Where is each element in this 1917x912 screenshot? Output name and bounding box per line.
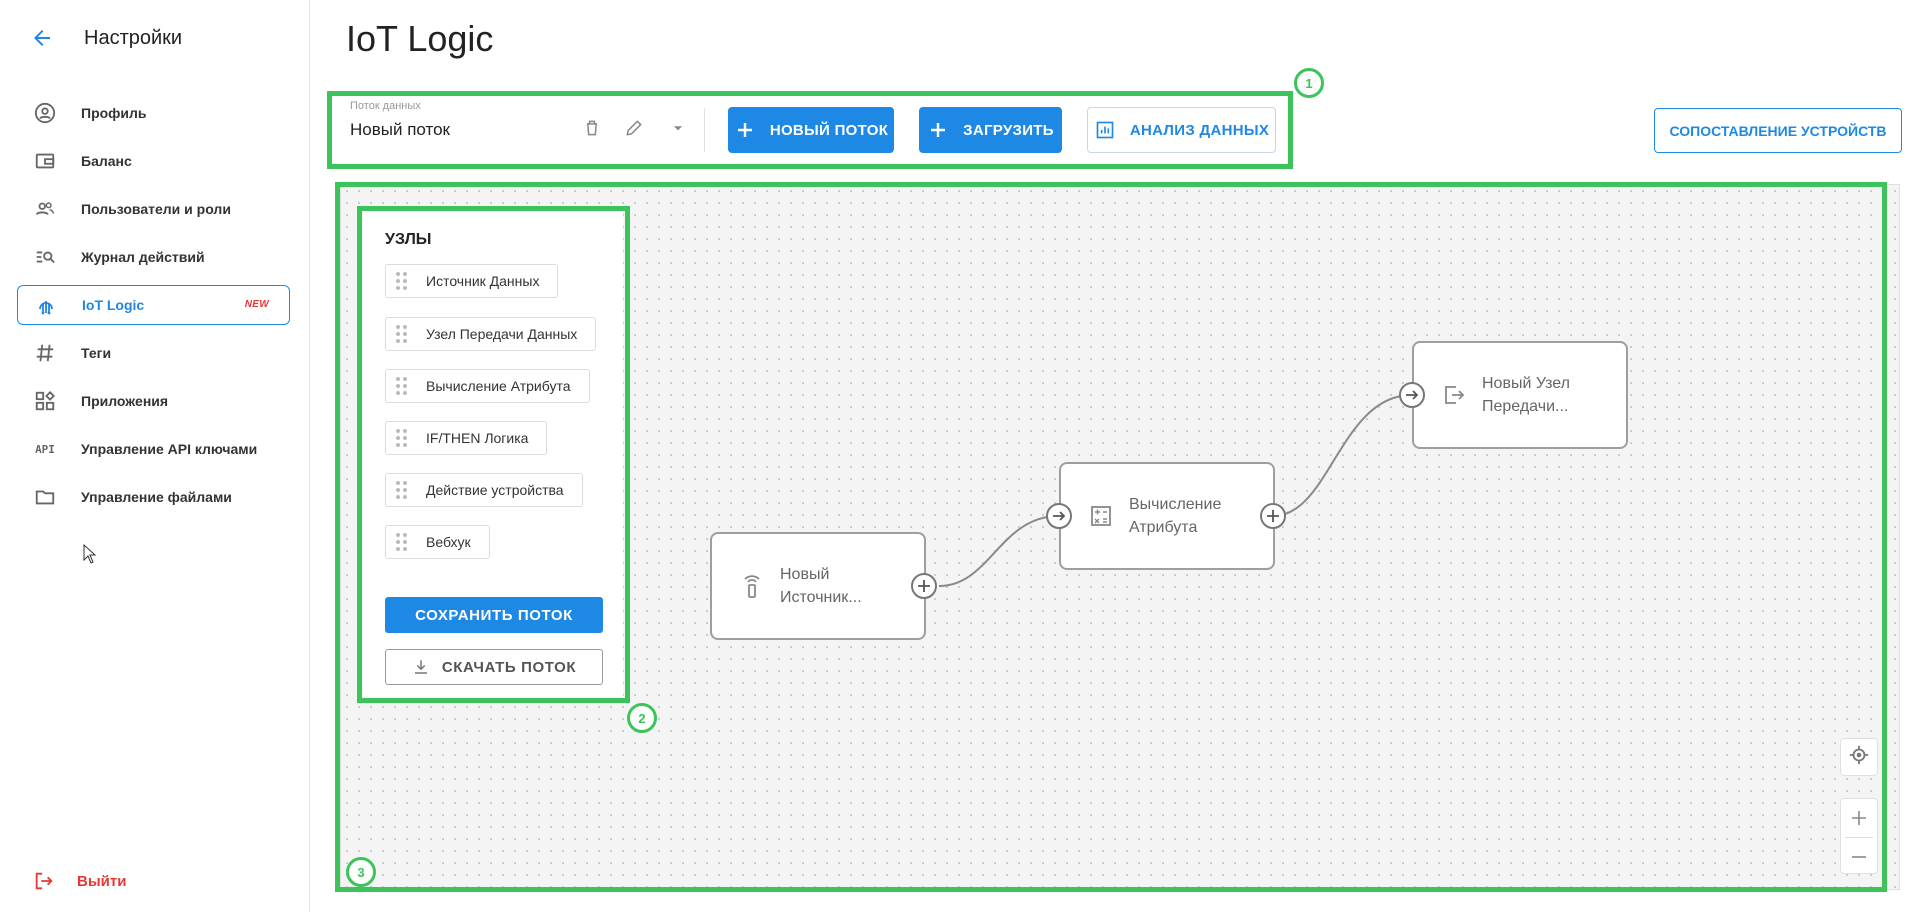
annotation-badge-3: 3	[346, 857, 376, 887]
annotation-box-canvas	[335, 182, 1887, 892]
annotation-badge-1: 1	[1294, 68, 1324, 98]
annotation-box-toolbar	[327, 91, 1293, 169]
